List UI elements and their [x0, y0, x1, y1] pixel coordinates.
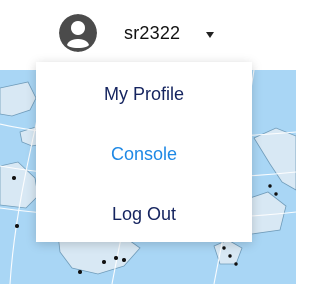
- user-menu-trigger[interactable]: sr2322: [59, 14, 215, 52]
- username[interactable]: sr2322: [124, 14, 180, 52]
- top-bar: sr2322: [0, 0, 296, 70]
- menu-item-log-out[interactable]: Log Out: [36, 201, 252, 227]
- account-menu-screen: sr2322 My Profile Console Log Out: [0, 0, 296, 284]
- menu-item-my-profile[interactable]: My Profile: [36, 81, 252, 107]
- account-dropdown-menu: My Profile Console Log Out: [36, 62, 252, 242]
- user-avatar-icon[interactable]: [59, 14, 97, 52]
- caret-down-icon[interactable]: [206, 31, 215, 38]
- menu-item-console[interactable]: Console: [36, 141, 252, 167]
